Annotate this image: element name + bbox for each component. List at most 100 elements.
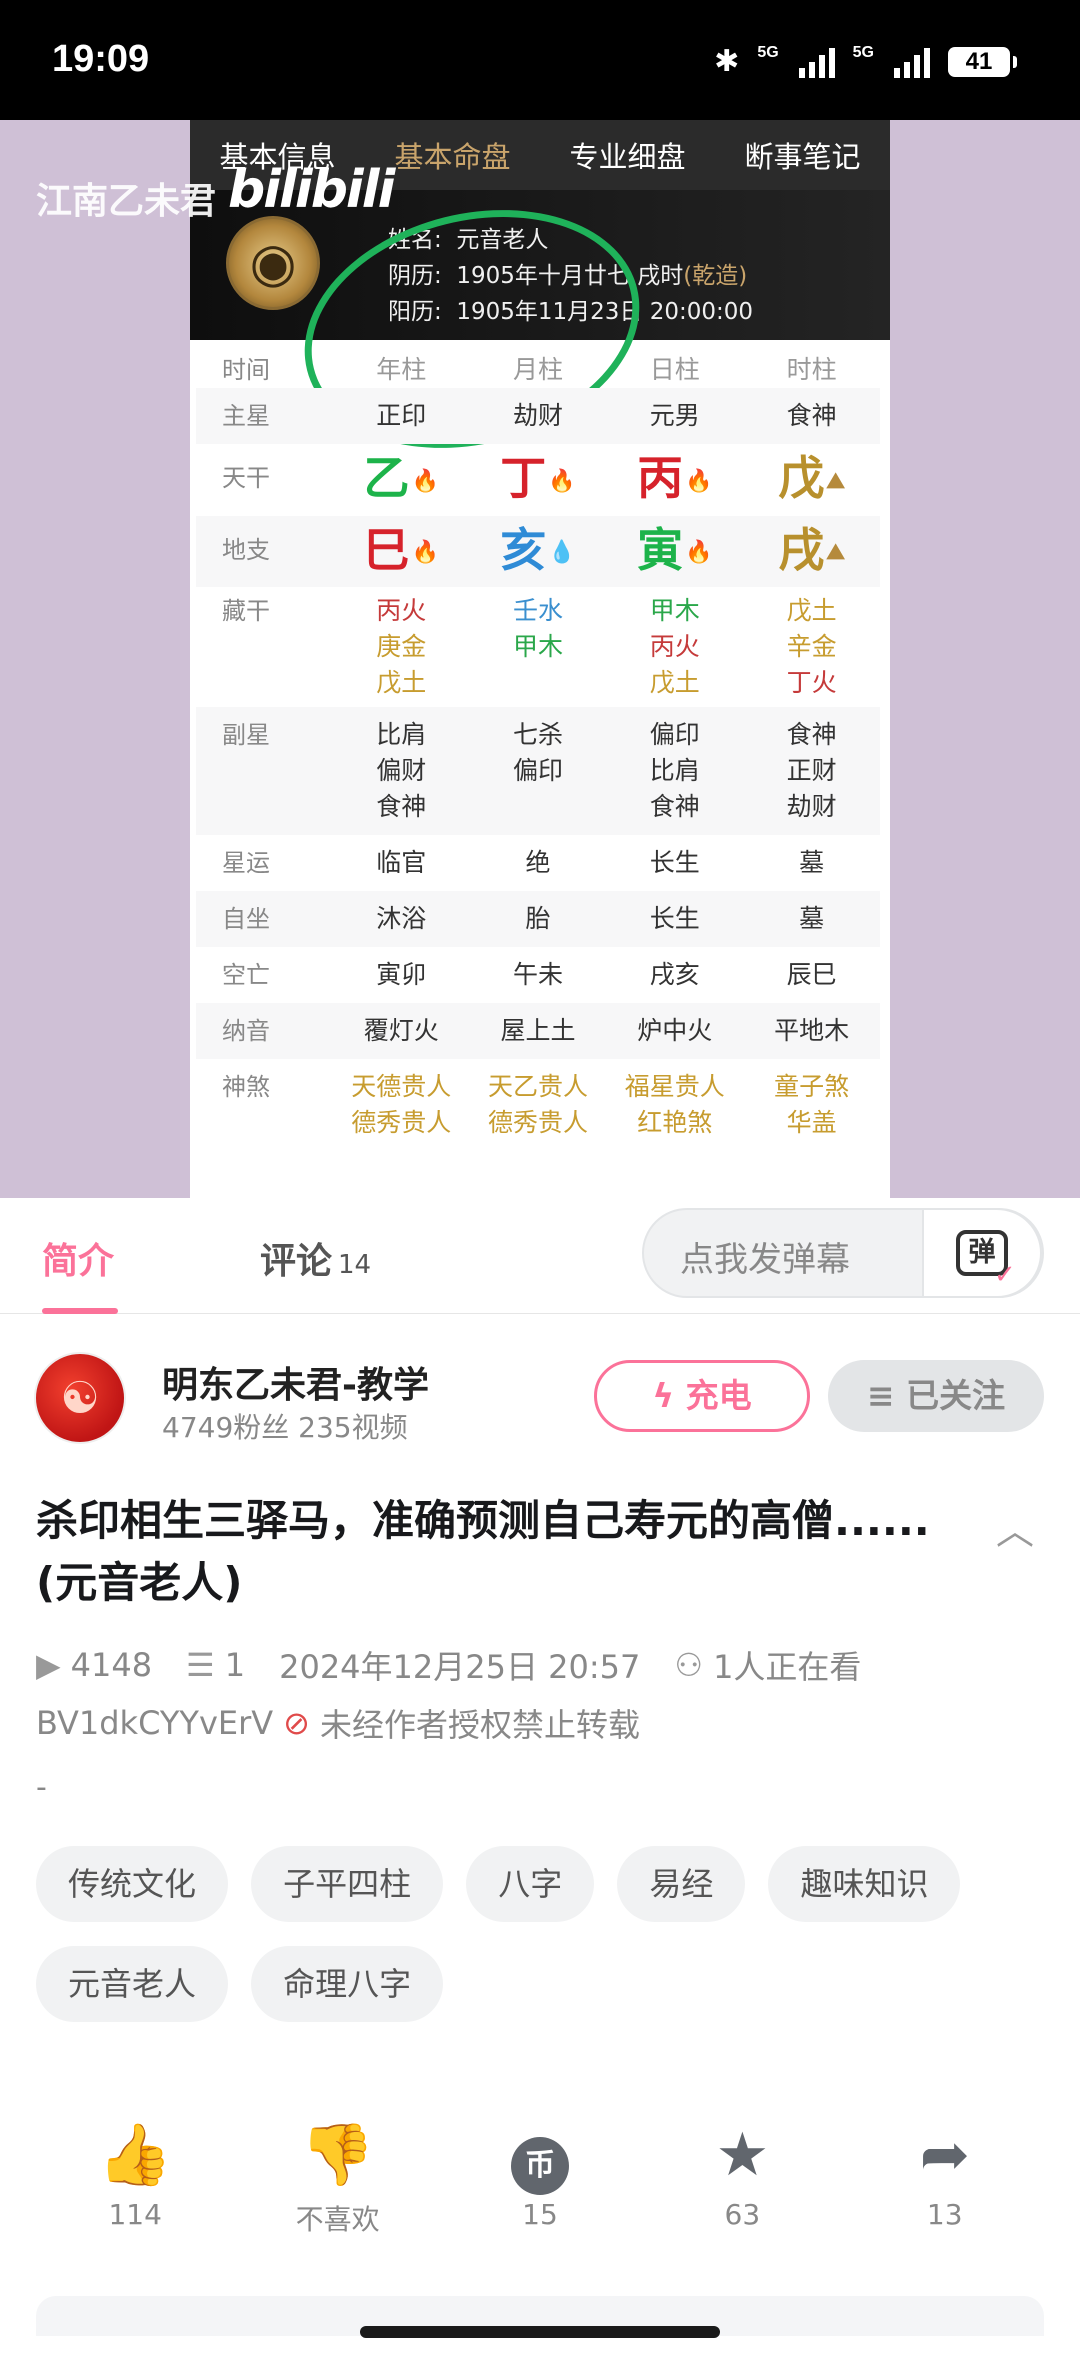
video-frame: 基本信息 基本命盘 专业细盘 断事笔记 姓名: 元音老人 阴历: 1905年十月…	[190, 120, 890, 1198]
like-count: 114	[108, 2198, 162, 2231]
danmaku-input[interactable]: 点我发弹幕 弹 ✓	[642, 1208, 1044, 1298]
favorite-button[interactable]: ★ 63	[662, 2118, 822, 2238]
cell: 七杀 偏印	[512, 720, 563, 785]
cell: 临官	[376, 848, 427, 877]
cell: 食神 正财 劫财	[786, 720, 837, 821]
cell: 天德贵人 德秀贵人	[351, 1072, 452, 1137]
lightning-icon: ϟ	[652, 1376, 686, 1415]
video-title: 杀印相生三驿马，准确预测自己寿元的高僧......(元音老人)	[36, 1496, 930, 1607]
tag[interactable]: 命理八字	[251, 1946, 444, 2022]
cell: 墓	[799, 848, 825, 877]
earthly-branches-row: 地支 巳🔥 亥💧 寅🔥 戌⛰	[196, 515, 880, 587]
share-button[interactable]: ➦ 13	[865, 2118, 1025, 2238]
home-indicator[interactable]	[360, 2326, 720, 2338]
cell: 天乙贵人 德秀贵人	[487, 1072, 588, 1137]
uploader-stats: 4749粉丝 235视频	[162, 1411, 408, 1444]
fire-icon: 🔥	[685, 468, 713, 494]
branch-year: 巳🔥	[363, 522, 439, 577]
row-label: 副星	[222, 721, 270, 749]
cell: 胎	[525, 904, 551, 933]
cell: 元男	[649, 401, 700, 430]
chart-header: 时间	[222, 356, 270, 384]
danmaku-placeholder: 点我发弹幕	[680, 1240, 850, 1280]
cell: 辰巳	[786, 960, 837, 989]
cell: 正印	[376, 401, 427, 430]
viewers-icon: ⚇	[674, 1646, 704, 1684]
sub-star-row: 副星 比肩 偏财 食神 七杀 偏印 偏印 比肩 食神 食神 正财 劫财	[196, 707, 880, 835]
cell: 屋上土	[500, 1016, 576, 1045]
chart-header: 时柱	[786, 355, 837, 384]
danmaku-toggle-button[interactable]: 弹 ✓	[922, 1208, 1042, 1298]
tab-indicator	[42, 1308, 118, 1314]
chevron-up-icon[interactable]: ︿	[996, 1500, 1034, 1555]
video-player[interactable]: 基本信息 基本命盘 专业细盘 断事笔记 姓名: 元音老人 阴历: 1905年十月…	[0, 120, 1080, 1198]
tag[interactable]: 元音老人	[36, 1946, 229, 2022]
fire-icon: 🔥	[411, 468, 439, 494]
void-row: 空亡 寅卯 午未 戌亥 辰巳	[196, 947, 880, 1003]
bvid-line: BV1dkCYYvErV ⊘ 未经作者授权禁止转载	[36, 1700, 640, 1746]
coin-button[interactable]: 币 15	[460, 2118, 620, 2238]
check-icon: ✓	[994, 1260, 1016, 1290]
tag[interactable]: 子平四柱	[251, 1846, 444, 1922]
cell: 午未	[512, 960, 563, 989]
uploader-row: 明东乙未君-教学 4749粉丝 235视频 ϟ 充电 ≡ 已关注	[0, 1340, 1080, 1460]
cell: 劫财	[512, 401, 563, 430]
avatar[interactable]	[34, 1352, 126, 1444]
tag[interactable]: 传统文化	[36, 1846, 229, 1922]
signal-bars-icon	[798, 46, 835, 78]
tab-comments[interactable]: 评论 14	[260, 1232, 371, 1284]
mountain-icon: ⛰	[826, 540, 845, 565]
tab-intro[interactable]: 简介	[42, 1232, 114, 1284]
row-label: 地支	[222, 535, 270, 564]
row-label: 主星	[222, 402, 270, 430]
app-tab-pro-chart: 专业细盘	[569, 140, 686, 174]
stem-hour: 戊⛰	[778, 451, 845, 505]
detail-tabs: 简介 评论 14 点我发弹幕 弹 ✓	[0, 1198, 1080, 1314]
row-label: 神煞	[222, 1073, 270, 1101]
row-label: 天干	[222, 464, 270, 492]
thumbs-up-icon: 👍	[97, 2120, 173, 2190]
mountain-icon: ⛰	[826, 468, 845, 494]
emblem-icon	[226, 216, 320, 310]
cell: 丙火 庚金 戊土	[376, 596, 427, 697]
chart-header-row: 时间 年柱 月柱 日柱 时柱	[196, 352, 880, 388]
app-tab-notes: 断事笔记	[744, 140, 861, 174]
cell: 比肩 偏财 食神	[376, 720, 427, 821]
like-button[interactable]: 👍 114	[55, 2118, 215, 2238]
status-time: 19:09	[52, 38, 150, 80]
cell: 沐浴	[376, 904, 427, 933]
row-label: 空亡	[222, 961, 270, 989]
comments-count: 14	[338, 1250, 372, 1280]
cell: 长生	[649, 904, 700, 933]
cell: 墓	[799, 904, 825, 933]
branch-month: 亥💧	[500, 522, 576, 577]
follow-button[interactable]: ≡ 已关注	[828, 1360, 1044, 1432]
tag[interactable]: 八字	[466, 1846, 595, 1922]
stem-day: 丙🔥	[637, 451, 713, 505]
signal-bars-icon-2	[894, 46, 930, 78]
app-tab-basic-chart: 基本命盘	[394, 140, 511, 174]
cell: 寅卯	[376, 960, 427, 989]
publish-date: 2024年12月25日 20:57	[279, 1648, 641, 1686]
fire-icon: 🔥	[548, 468, 576, 494]
branch-day: 寅🔥	[637, 522, 713, 577]
danmaku-count-icon: ☰	[186, 1646, 215, 1684]
tag-list: 传统文化 子平四柱 八字 易经 趣味知识 元音老人 命理八字	[36, 1846, 1056, 2046]
no-repost-icon: ⊘	[283, 1704, 310, 1742]
water-drop-icon: 💧	[548, 540, 576, 565]
cell: 福星贵人 红艳煞	[624, 1072, 725, 1137]
tag[interactable]: 趣味知识	[768, 1846, 961, 1922]
cell: 偏印 比肩 食神	[649, 720, 700, 821]
uploader-name[interactable]: 明东乙未君-教学	[162, 1356, 429, 1408]
coin-count: 15	[522, 2198, 558, 2231]
charge-button[interactable]: ϟ 充电	[594, 1360, 810, 1432]
stem-month: 丁🔥	[500, 451, 576, 505]
tag[interactable]: 易经	[617, 1846, 746, 1922]
row-label: 藏干	[222, 597, 270, 625]
action-bar: 👍 114 👎 不喜欢 币 15 ★ 63 ➦ 13	[0, 2118, 1080, 2238]
signal-label-2: 5G	[852, 44, 874, 61]
fire-icon: 🔥	[685, 540, 713, 565]
cell: 甲木 丙火 戊土	[649, 596, 700, 697]
dislike-button[interactable]: 👎 不喜欢	[258, 2118, 418, 2238]
status-icons: ✱ 5G 5G 41	[714, 44, 1017, 79]
